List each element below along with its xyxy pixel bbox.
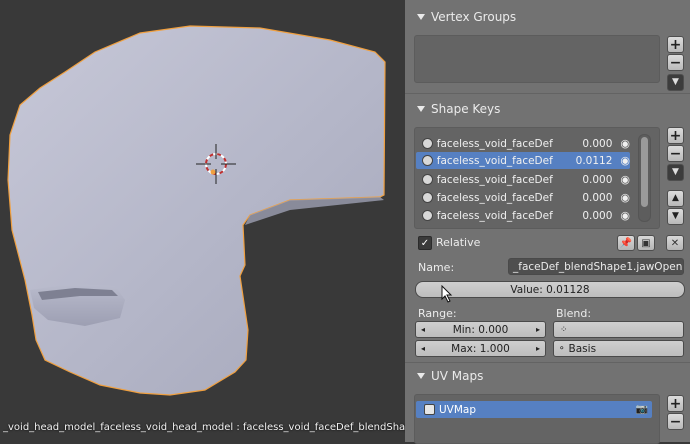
shape-keys-header[interactable]: Shape Keys [411,97,690,121]
scrollbar-thumb[interactable] [641,137,648,207]
object-origin [210,169,216,175]
shape-key-value-slider[interactable]: Value: 0.01128 [415,281,685,298]
shape-key-value[interactable]: 0.000 [554,210,612,222]
relative-checkbox[interactable]: ✓ [418,236,432,250]
shape-key-name: faceless_void_faceDef [436,173,553,186]
blend-basis-value: Basis [568,342,597,355]
vertex-groups-list[interactable] [414,35,660,83]
decrement-arrow-icon[interactable]: ◂ [421,325,425,334]
vertex-group-icon: ⁘ [560,324,568,335]
pin-icon[interactable]: 📌 [617,235,635,251]
blend-label: Blend: [556,307,592,320]
eye-icon[interactable]: ◉ [620,154,630,167]
shape-key-move-up-button[interactable]: ▲ [667,190,684,207]
vertex-group-add-button[interactable]: + [667,36,684,53]
shape-key-menu-button[interactable]: ▼ [667,164,684,181]
uv-maps-title: UV Maps [431,369,484,383]
shape-key-icon [422,155,433,166]
shape-key-icon: ⚬ [558,343,566,354]
shape-key-icon [422,138,433,149]
vertex-groups-title: Vertex Groups [431,10,517,24]
panel-divider [405,362,690,363]
decrement-arrow-icon[interactable]: ◂ [421,344,425,353]
uv-map-add-button[interactable]: + [667,395,684,412]
panel-divider [405,93,690,94]
camera-icon[interactable]: 📷 [636,404,648,415]
name-label: Name: [418,261,455,274]
clear-weights-icon[interactable]: ✕ [666,235,684,251]
mouse-pointer-icon [441,285,453,303]
shape-key-name: faceless_void_faceDef [436,137,553,150]
increment-arrow-icon[interactable]: ▸ [536,344,540,353]
uv-map-icon [424,404,435,415]
eye-icon[interactable]: ◉ [620,191,630,204]
range-max-value: Max: 1.000 [451,342,510,355]
relative-label: Relative [436,236,481,249]
vertex-groups-header[interactable]: Vertex Groups [411,5,690,29]
shape-key-item[interactable]: faceless_void_faceDef 0.000 ◉ [416,171,630,188]
shape-key-item[interactable]: faceless_void_faceDef 0.000 ◉ [416,135,630,152]
shape-key-item-selected[interactable]: faceless_void_faceDef 0.0112 ◉ [416,152,630,169]
shape-key-value[interactable]: 0.0112 [554,155,613,167]
vertex-group-remove-button[interactable]: − [667,54,684,71]
uv-map-item[interactable]: UVMap 📷 [416,401,652,418]
vertex-group-menu-button[interactable]: ▼ [667,74,684,91]
shape-key-icon [422,210,433,221]
viewport-object-info: _void_head_model_faceless_void_head_mode… [3,422,405,433]
shape-key-icon [422,192,433,203]
shape-key-name-input[interactable]: _faceDef_blendShape1.jawOpen0 [508,258,684,275]
head-mesh[interactable] [7,25,386,396]
blend-vertex-group-field[interactable]: ⁘ [553,321,684,338]
shape-key-value[interactable]: 0.000 [554,138,612,150]
shape-key-name: faceless_void_faceDef [436,191,553,204]
edit-mode-icon[interactable]: ▣ [637,235,655,251]
eye-icon[interactable]: ◉ [620,209,630,222]
eye-icon[interactable]: ◉ [620,137,630,150]
shape-key-value[interactable]: 0.000 [554,174,612,186]
shape-key-move-down-button[interactable]: ▼ [667,208,684,225]
shape-key-name: faceless_void_faceDef [436,209,553,222]
shape-key-item[interactable]: faceless_void_faceDef 0.000 ◉ [416,207,630,224]
shape-key-item[interactable]: faceless_void_faceDef 0.000 ◉ [416,189,630,206]
range-min-value: Min: 0.000 [452,323,509,336]
shape-keys-scrollbar[interactable] [638,134,651,222]
range-max-field[interactable]: ◂ Max: 1.000 ▸ [415,340,546,357]
blend-basis-field[interactable]: ⚬ Basis [553,340,684,357]
range-min-field[interactable]: ◂ Min: 0.000 ▸ [415,321,546,338]
3d-viewport[interactable]: _void_head_model_faceless_void_head_mode… [0,0,405,442]
shape-key-value[interactable]: 0.000 [554,192,612,204]
collapse-triangle-icon [417,373,425,379]
viewport-canvas [7,25,386,396]
increment-arrow-icon[interactable]: ▸ [536,325,540,334]
uv-map-name: UVMap [439,403,477,416]
uv-maps-header[interactable]: UV Maps [411,364,690,388]
shape-key-icon [422,174,433,185]
range-label: Range: [418,307,457,320]
uv-map-remove-button[interactable]: − [667,413,684,430]
shape-key-name: faceless_void_faceDef [436,154,553,167]
collapse-triangle-icon [417,14,425,20]
shape-key-add-button[interactable]: + [667,127,684,144]
collapse-triangle-icon [417,106,425,112]
shape-keys-title: Shape Keys [431,102,501,116]
value-slider-label: Value: 0.01128 [510,283,590,296]
eye-icon[interactable]: ◉ [620,173,630,186]
shape-key-remove-button[interactable]: − [667,145,684,162]
